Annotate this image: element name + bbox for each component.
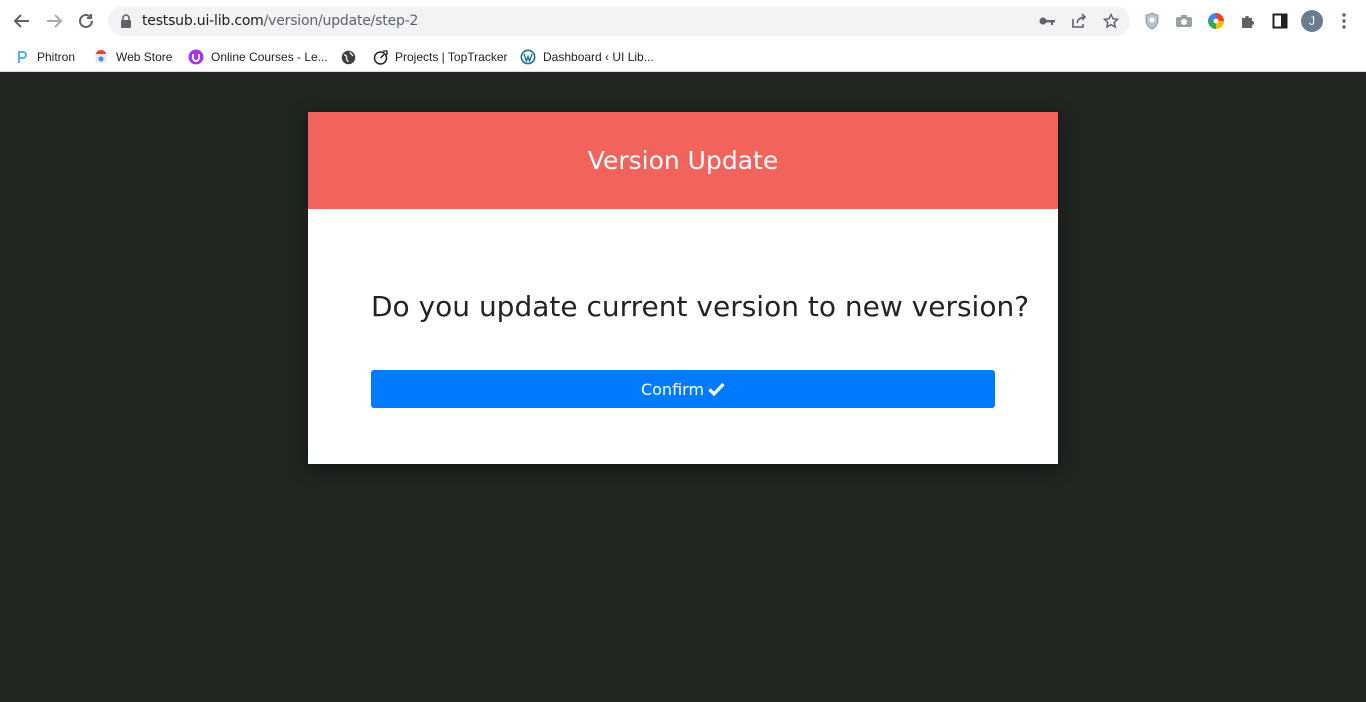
- bookmark-star-icon[interactable]: [1102, 12, 1120, 30]
- version-update-card: Version Update Do you update current ver…: [308, 112, 1058, 464]
- reload-icon: [79, 13, 93, 28]
- phitron-icon: [14, 49, 30, 65]
- web-store-icon: [93, 49, 109, 65]
- wordpress-icon: [520, 49, 536, 65]
- card-title: Version Update: [587, 146, 779, 175]
- browser-toolbar: testsub.ui-lib.com/version/update/step-2…: [0, 0, 1366, 42]
- bookmark-phitron[interactable]: Phitron: [14, 47, 75, 67]
- profile-avatar[interactable]: J: [1301, 10, 1323, 32]
- checkmark-icon: [708, 382, 725, 396]
- url-path: /version/update/step-2: [263, 13, 419, 29]
- bookmark-toptracker[interactable]: Projects | TopTracker: [372, 47, 508, 67]
- bookmark-label: Online Courses - Le...: [211, 50, 328, 64]
- bookmark-label: Projects | TopTracker: [395, 50, 508, 64]
- bookmarks-bar: Phitron Web Store Online Courses - Le...…: [0, 42, 1366, 72]
- card-header: Version Update: [308, 112, 1058, 209]
- bookmark-dashboard[interactable]: Dashboard ‹ UI Lib...: [520, 47, 654, 67]
- extensions-puzzle-icon[interactable]: [1238, 11, 1258, 31]
- side-panel-icon[interactable]: [1270, 11, 1290, 31]
- address-bar[interactable]: testsub.ui-lib.com/version/update/step-2: [108, 6, 1130, 36]
- shield-extension-icon[interactable]: [1142, 11, 1162, 31]
- url-text: testsub.ui-lib.com/version/update/step-2: [142, 13, 418, 29]
- color-wheel-extension-icon[interactable]: [1206, 11, 1226, 31]
- forward-button[interactable]: [42, 9, 66, 33]
- share-icon[interactable]: [1070, 12, 1088, 30]
- toptracker-icon: [372, 49, 388, 65]
- bookmark-label: Dashboard ‹ UI Lib...: [543, 50, 654, 64]
- bookmark-globe[interactable]: [340, 47, 363, 67]
- confirm-label: Confirm: [640, 379, 705, 399]
- menu-kebab-icon[interactable]: [1334, 11, 1354, 31]
- password-key-icon[interactable]: [1038, 12, 1056, 30]
- lock-icon: [120, 14, 132, 33]
- bookmark-label: Web Store: [116, 50, 173, 64]
- back-button[interactable]: [10, 9, 34, 33]
- confirm-button[interactable]: Confirm: [371, 370, 995, 408]
- camera-extension-icon[interactable]: [1174, 11, 1194, 31]
- bookmark-web-store[interactable]: Web Store: [93, 47, 172, 67]
- back-arrow-icon: [13, 14, 29, 28]
- bookmark-online-courses[interactable]: Online Courses - Le...: [188, 47, 328, 67]
- url-host: testsub.ui-lib.com: [142, 13, 264, 29]
- reload-button[interactable]: [74, 9, 98, 33]
- forward-arrow-icon: [47, 14, 63, 28]
- update-question: Do you update current version to new ver…: [371, 290, 1030, 323]
- bookmark-label: Phitron: [37, 50, 76, 64]
- globe-icon: [340, 49, 356, 65]
- udemy-icon: [188, 49, 204, 65]
